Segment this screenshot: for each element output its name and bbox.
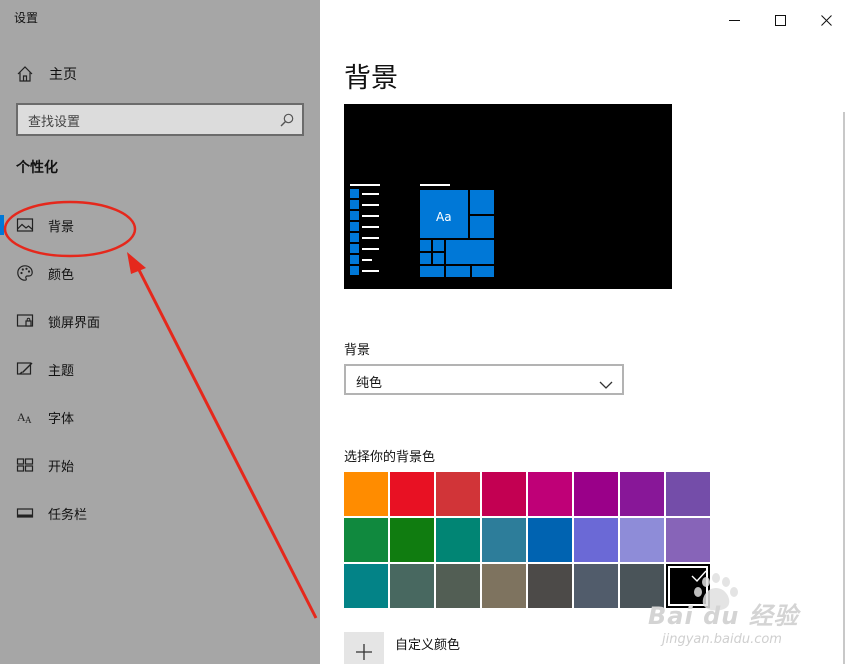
color-swatch[interactable] — [390, 564, 434, 608]
section-title: 个性化 — [16, 160, 58, 176]
background-type-label: 背景 — [344, 343, 371, 358]
sidebar-item-label: 字体 — [48, 411, 75, 427]
custom-color-button[interactable] — [344, 632, 384, 664]
search-icon[interactable] — [279, 112, 295, 128]
sidebar-item-label: 主题 — [48, 363, 75, 379]
color-swatch[interactable] — [344, 518, 388, 562]
color-swatch[interactable] — [574, 518, 618, 562]
color-swatch[interactable] — [574, 472, 618, 516]
page-title: 背景 — [344, 63, 398, 94]
svg-text:A: A — [25, 415, 32, 425]
sidebar-item-background[interactable]: 背景 — [0, 205, 320, 245]
watermark-url: jingyan.baidu.com — [662, 632, 782, 647]
minimize-icon — [728, 11, 740, 22]
sidebar-item-label: 背景 — [48, 219, 75, 235]
theme-icon — [16, 360, 34, 378]
start-icon — [16, 456, 34, 474]
sidebar-item-label: 开始 — [48, 459, 75, 475]
palette-icon — [16, 264, 34, 282]
sidebar-item-themes[interactable]: 主题 — [0, 349, 320, 389]
home-nav-item[interactable]: 主页 — [16, 63, 77, 85]
custom-color-label[interactable]: 自定义颜色 — [395, 634, 460, 653]
color-swatch[interactable] — [574, 564, 618, 608]
plus-icon — [355, 643, 373, 661]
color-swatch[interactable] — [390, 472, 434, 516]
app-title: 设置 — [14, 11, 39, 25]
sidebar: 设置 主页 查找设置 个性化 背景 颜色 锁屏界面 主题 A A 字体 开始 任… — [0, 0, 320, 664]
watermark-brand: Bai du 经验 — [648, 602, 799, 630]
search-input[interactable]: 查找设置 — [28, 111, 80, 130]
picture-icon — [16, 216, 34, 234]
close-button[interactable] — [803, 0, 849, 32]
sidebar-item-label: 颜色 — [48, 267, 75, 283]
color-swatch[interactable] — [620, 518, 664, 562]
sidebar-item-colors[interactable]: 颜色 — [0, 253, 320, 293]
close-icon — [820, 11, 832, 26]
choose-color-label: 选择你的背景色 — [344, 450, 436, 465]
taskbar-icon — [16, 504, 34, 522]
baidu-watermark: Bai du 经验 jingyan.baidu.com — [648, 572, 848, 664]
color-swatch[interactable] — [528, 472, 572, 516]
sidebar-item-fonts[interactable]: AA 字体 — [0, 397, 320, 437]
background-type-value: 纯色 — [356, 376, 383, 391]
maximize-icon — [774, 11, 786, 26]
color-swatch[interactable] — [482, 518, 526, 562]
sidebar-item-start[interactable]: 开始 — [0, 445, 320, 485]
lock-screen-icon — [16, 312, 34, 330]
color-swatch[interactable] — [666, 518, 710, 562]
color-swatch[interactable] — [436, 472, 480, 516]
color-swatch[interactable] — [666, 472, 710, 516]
color-swatch[interactable] — [620, 472, 664, 516]
background-type-dropdown[interactable]: 纯色 — [344, 364, 624, 395]
home-label: 主页 — [49, 67, 77, 83]
sidebar-item-lock-screen[interactable]: 锁屏界面 — [0, 301, 320, 341]
preview-tile-text: Aa — [436, 210, 452, 224]
maximize-button[interactable] — [757, 0, 803, 32]
desktop-preview: Aa — [344, 104, 672, 289]
color-swatch[interactable] — [528, 564, 572, 608]
color-swatch[interactable] — [436, 564, 480, 608]
color-swatch[interactable] — [528, 518, 572, 562]
chevron-down-icon — [599, 375, 613, 389]
sidebar-item-label: 任务栏 — [48, 507, 88, 523]
selection-indicator — [0, 215, 4, 235]
sidebar-item-label: 锁屏界面 — [48, 315, 101, 331]
color-swatch[interactable] — [482, 472, 526, 516]
home-icon — [16, 65, 34, 83]
color-swatch[interactable] — [390, 518, 434, 562]
color-swatch[interactable] — [344, 472, 388, 516]
color-swatch[interactable] — [344, 564, 388, 608]
sidebar-item-taskbar[interactable]: 任务栏 — [0, 493, 320, 533]
color-swatch[interactable] — [482, 564, 526, 608]
color-swatch[interactable] — [436, 518, 480, 562]
search-box[interactable]: 查找设置 — [16, 103, 304, 136]
font-icon: AA — [16, 408, 34, 426]
minimize-button[interactable] — [711, 0, 757, 32]
preview-graphic — [350, 184, 494, 277]
